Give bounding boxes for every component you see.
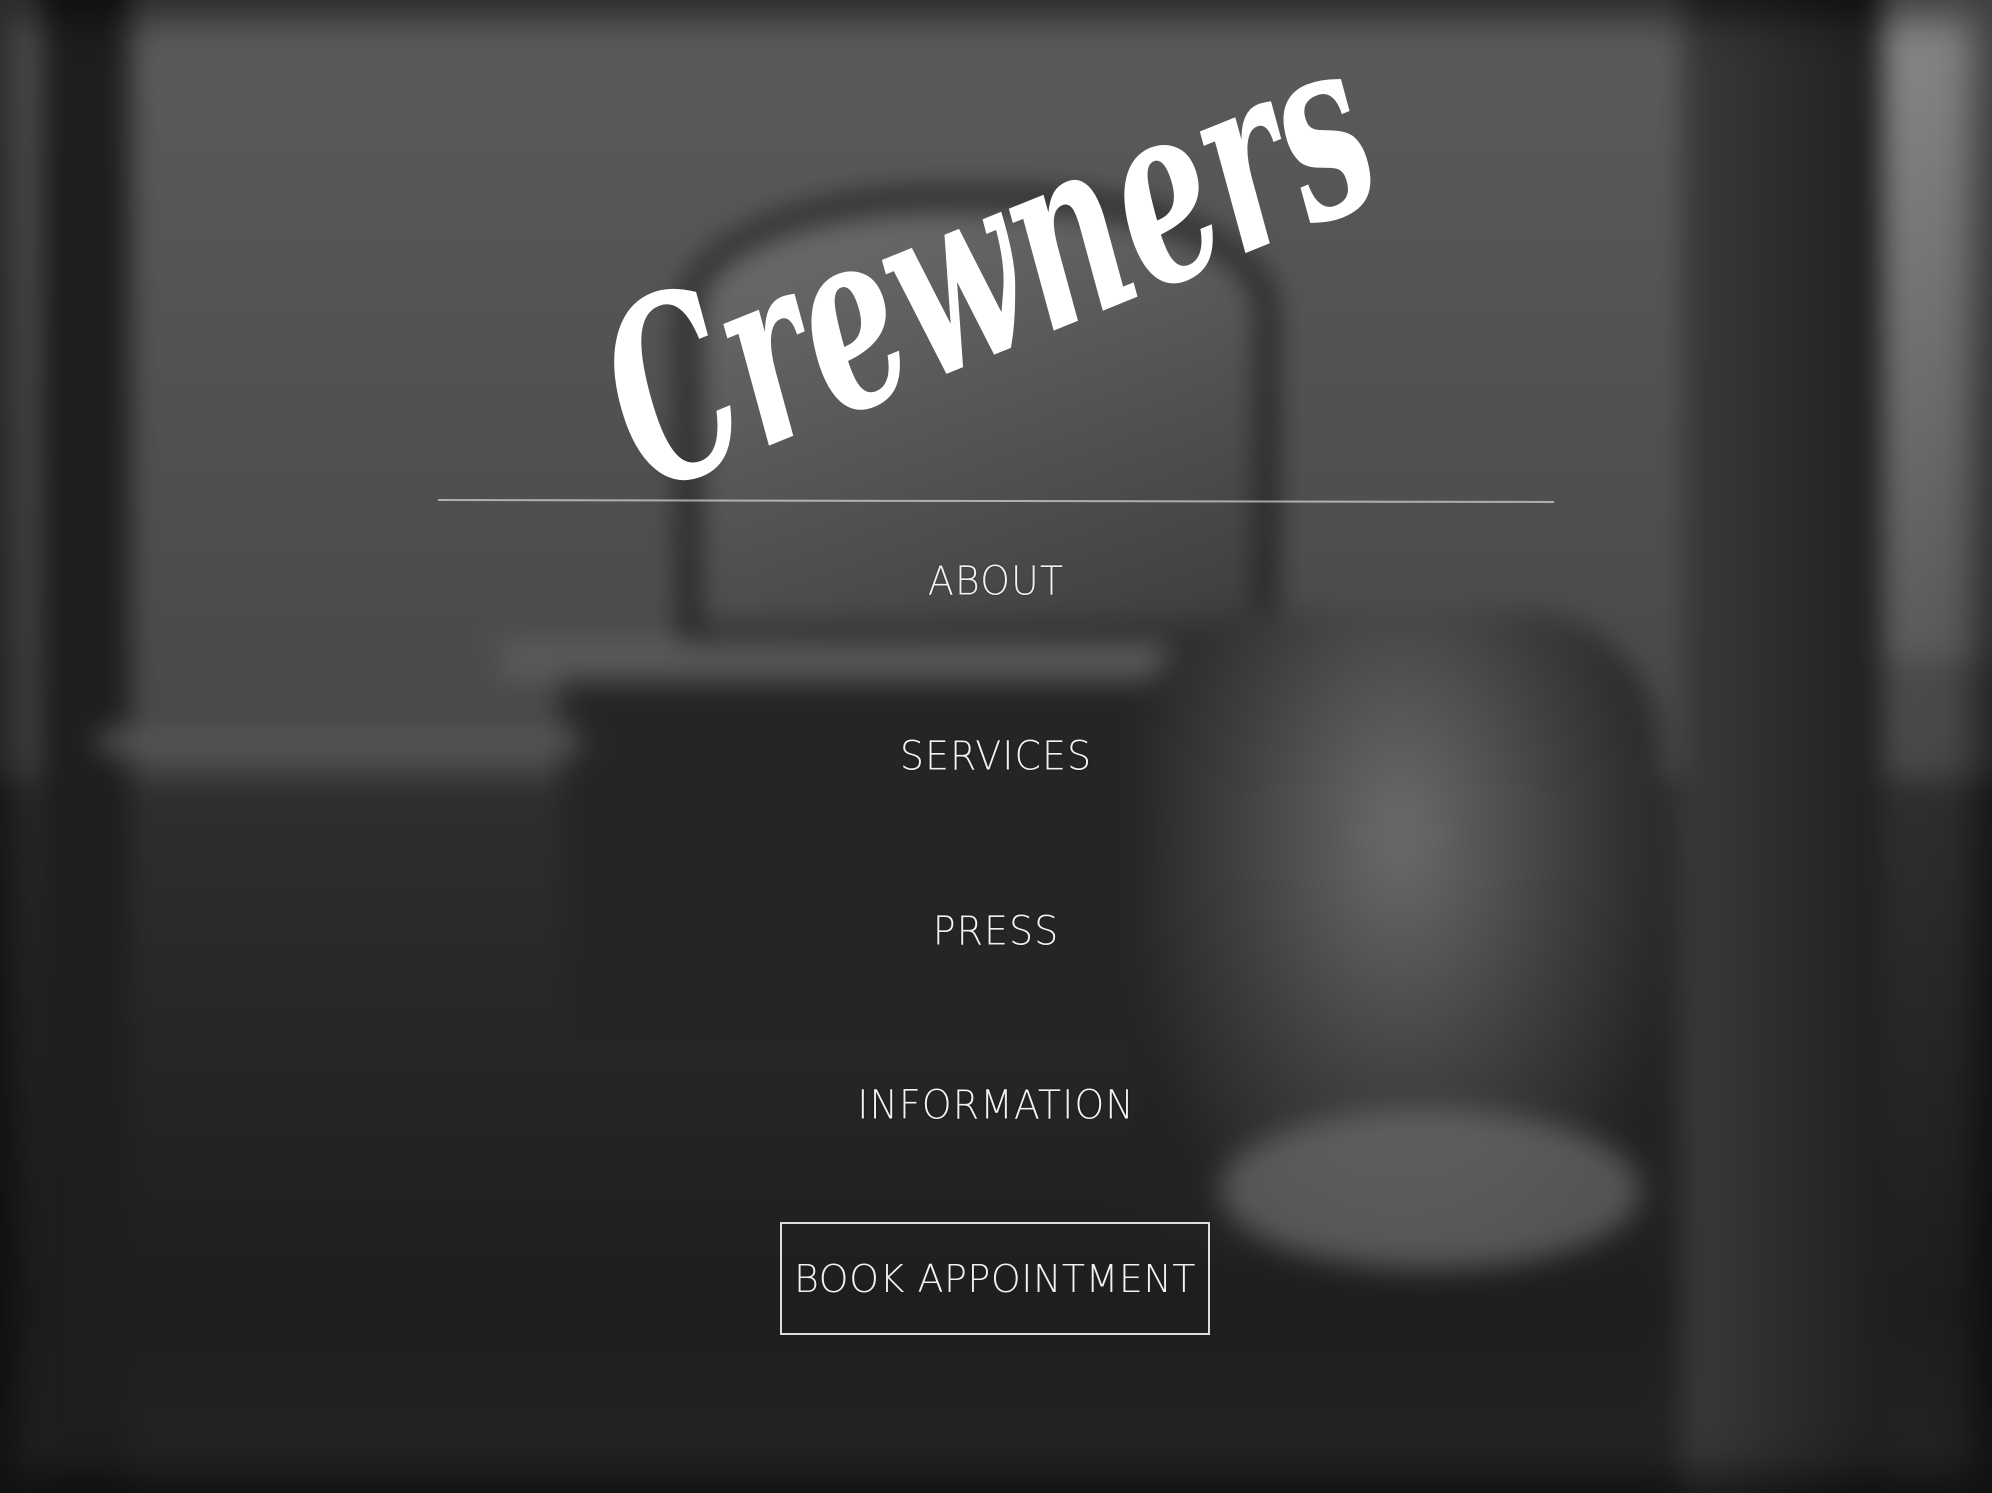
nav-item-press[interactable]: PRESS xyxy=(0,906,1992,956)
nav-item-about[interactable]: ABOUT xyxy=(0,556,1992,606)
nav-item-label: ABOUT xyxy=(927,557,1065,605)
book-appointment-label: BOOK APPOINTMENT xyxy=(793,1256,1197,1301)
nav-item-label: SERVICES xyxy=(899,732,1093,780)
nav-item-label: INFORMATION xyxy=(857,1081,1135,1129)
landing-page: Crewners ABOUT SERVICES PRESS INFORMATIO… xyxy=(0,0,1992,1493)
book-appointment-button[interactable]: BOOK APPOINTMENT xyxy=(780,1222,1210,1335)
nav-item-services[interactable]: SERVICES xyxy=(0,731,1992,781)
nav-item-information[interactable]: INFORMATION xyxy=(0,1080,1992,1130)
nav-item-label: PRESS xyxy=(932,907,1060,955)
